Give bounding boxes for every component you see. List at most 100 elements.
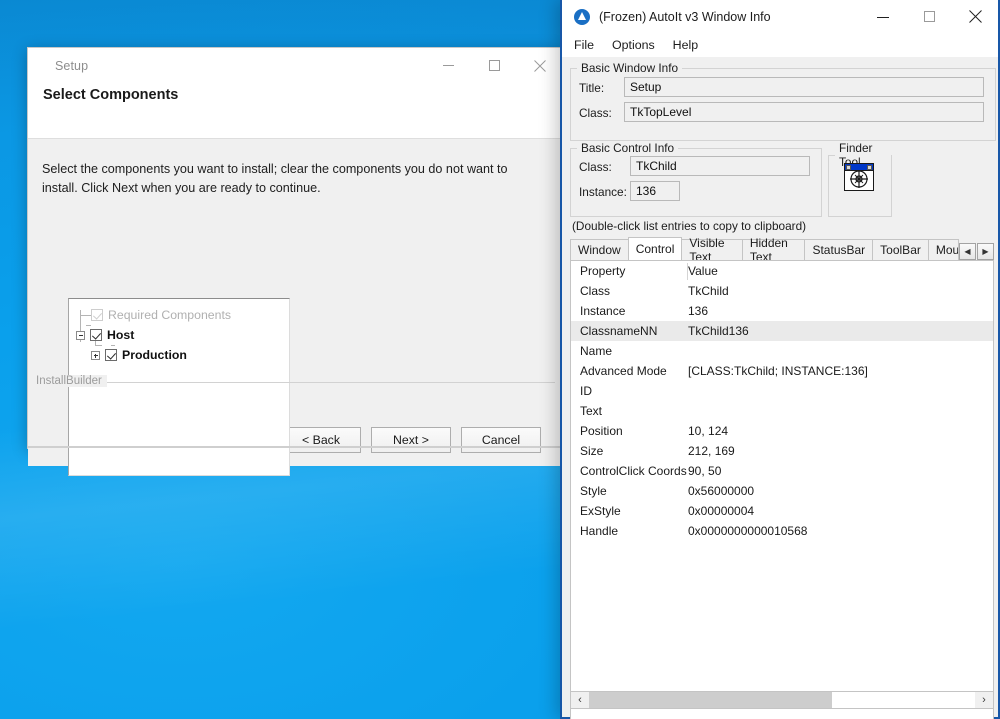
table-row[interactable]: Size 212, 169 — [571, 441, 993, 461]
table-row[interactable]: Class TkChild — [571, 281, 993, 301]
window-class-label: Class: — [579, 106, 612, 120]
control-instance-label: Instance: — [579, 185, 627, 199]
minimize-icon[interactable] — [860, 0, 906, 33]
scrollbar-track[interactable] — [589, 692, 975, 708]
tab-window[interactable]: Window — [570, 239, 629, 260]
crosshair-icon — [850, 170, 868, 188]
table-row[interactable]: Name — [571, 341, 993, 361]
back-button[interactable]: < Back — [281, 427, 361, 453]
checkbox-icon[interactable] — [90, 329, 102, 341]
table-row[interactable]: ExStyle 0x00000004 — [571, 501, 993, 521]
basic-window-info-legend: Basic Window Info — [581, 61, 679, 75]
setup-body: Select the components you want to instal… — [28, 139, 563, 476]
minimize-icon[interactable] — [425, 48, 471, 83]
expand-expander-icon[interactable] — [91, 350, 100, 360]
tab-mouse[interactable]: Mous — [927, 239, 959, 260]
close-icon[interactable] — [952, 0, 998, 33]
scroll-right-arrow-icon[interactable]: › — [975, 692, 993, 708]
control-class-label: Class: — [579, 160, 612, 174]
property-name: Text — [580, 404, 603, 418]
control-class-field[interactable]: TkChild — [630, 156, 810, 176]
tree-item-production[interactable]: Production — [69, 345, 289, 365]
table-row[interactable]: Advanced Mode [CLASS:TkChild; INSTANCE:1… — [571, 361, 993, 381]
scroll-left-arrow-icon[interactable]: ‹ — [571, 692, 589, 708]
property-name: Class — [580, 284, 611, 298]
window-title-field[interactable]: Setup — [624, 77, 984, 97]
property-value: 0x00000004 — [688, 504, 755, 518]
table-row[interactable]: Style 0x56000000 — [571, 481, 993, 501]
property-value: TkChild136 — [688, 324, 749, 338]
tab-visible-text[interactable]: Visible Text — [681, 236, 743, 264]
autoit-menubar: File Options Help — [562, 33, 998, 57]
table-row[interactable]: Text — [571, 401, 993, 421]
close-icon[interactable] — [517, 48, 563, 83]
tree-item-label: Production — [122, 348, 187, 362]
tree-item-label: Required Components — [108, 308, 232, 322]
table-row[interactable]: ID — [571, 381, 993, 401]
table-row[interactable]: Position 10, 124 — [571, 421, 993, 441]
clipboard-hint: (Double-click list entries to copy to cl… — [572, 219, 807, 233]
tab-statusbar[interactable]: StatusBar — [804, 239, 874, 260]
autoit-app-icon — [574, 8, 590, 25]
table-row-selected[interactable]: ClassnameNN TkChild136 — [571, 321, 993, 341]
autoit-content: Basic Window Info Title: Setup Class: Tk… — [562, 57, 998, 719]
setup-description: Select the components you want to instal… — [42, 162, 508, 195]
tab-scroll-buttons: ◀ ▶ — [958, 243, 994, 260]
property-name: ExStyle — [580, 504, 621, 518]
autoit-caption-buttons — [860, 0, 998, 33]
window-class-field[interactable]: TkTopLevel — [624, 102, 984, 122]
table-row[interactable]: Handle 0x0000000000010568 — [571, 521, 993, 541]
menu-item-file[interactable]: File — [574, 38, 594, 52]
table-row[interactable]: Instance 136 — [571, 301, 993, 321]
maximize-icon[interactable] — [471, 48, 517, 83]
tab-control[interactable]: Control — [627, 237, 683, 260]
property-name: Size — [580, 444, 604, 458]
table-row[interactable]: ControlClick Coords 90, 50 — [571, 461, 993, 481]
property-name: ControlClick Coords — [580, 464, 687, 478]
desktop-background: Setup Select Components Select the compo… — [0, 0, 1000, 719]
finder-target-icon[interactable] — [844, 163, 874, 191]
tree-item-required-components[interactable]: Required Components — [69, 305, 289, 325]
installbuilder-label: InstallBuilder — [36, 375, 107, 387]
checkbox-icon[interactable] — [105, 349, 117, 361]
basic-window-info-group: Basic Window Info — [570, 61, 996, 141]
setup-titlebar: Setup — [28, 48, 563, 83]
maximize-icon[interactable] — [906, 0, 952, 33]
column-divider — [687, 263, 688, 280]
setup-window-title: Setup — [55, 58, 89, 73]
property-list[interactable]: Property Value Class TkChild Instance 13… — [570, 260, 994, 719]
divider — [106, 382, 555, 383]
autoit-titlebar: (Frozen) AutoIt v3 Window Info — [562, 0, 998, 33]
property-name: Advanced Mode — [580, 364, 667, 378]
installbuilder-branding: InstallBuilder — [36, 375, 555, 394]
property-value: [CLASS:TkChild; INSTANCE:136] — [688, 364, 868, 378]
property-value: 10, 124 — [688, 424, 729, 438]
horizontal-scrollbar[interactable]: ‹ › — [570, 691, 994, 709]
property-value: 136 — [688, 304, 709, 318]
window-title-label: Title: — [579, 81, 605, 95]
page-title: Select Components — [43, 87, 179, 103]
tab-toolbar[interactable]: ToolBar — [872, 239, 929, 260]
next-button[interactable]: Next > — [371, 427, 451, 453]
collapse-expander-icon[interactable] — [76, 330, 85, 340]
scrollbar-thumb[interactable] — [589, 692, 833, 708]
cancel-button[interactable]: Cancel — [461, 427, 541, 453]
tab-hidden-text[interactable]: Hidden Text — [741, 236, 806, 264]
tabstrip: Window Control Visible Text Hidden Text … — [570, 236, 994, 264]
tab-scroll-right-button[interactable]: ▶ — [977, 243, 994, 260]
menu-item-options[interactable]: Options — [612, 38, 655, 52]
menu-item-help[interactable]: Help — [673, 38, 698, 52]
property-name: ID — [580, 384, 592, 398]
property-value: 0x56000000 — [688, 484, 755, 498]
property-value: TkChild — [688, 284, 729, 298]
tab-scroll-left-button[interactable]: ◀ — [959, 243, 976, 260]
column-header-property: Property — [580, 264, 626, 278]
checkbox-icon[interactable] — [91, 309, 103, 321]
autoit-window-title: (Frozen) AutoIt v3 Window Info — [599, 9, 771, 24]
autoit-window-info: (Frozen) AutoIt v3 Window Info File Opti… — [560, 0, 1000, 719]
control-instance-field[interactable]: 136 — [630, 181, 680, 201]
tree-item-host[interactable]: Host — [69, 325, 289, 345]
basic-control-info-legend: Basic Control Info — [581, 141, 675, 155]
property-name: Handle — [580, 524, 619, 538]
basic-control-info-group: Basic Control Info — [570, 141, 822, 217]
